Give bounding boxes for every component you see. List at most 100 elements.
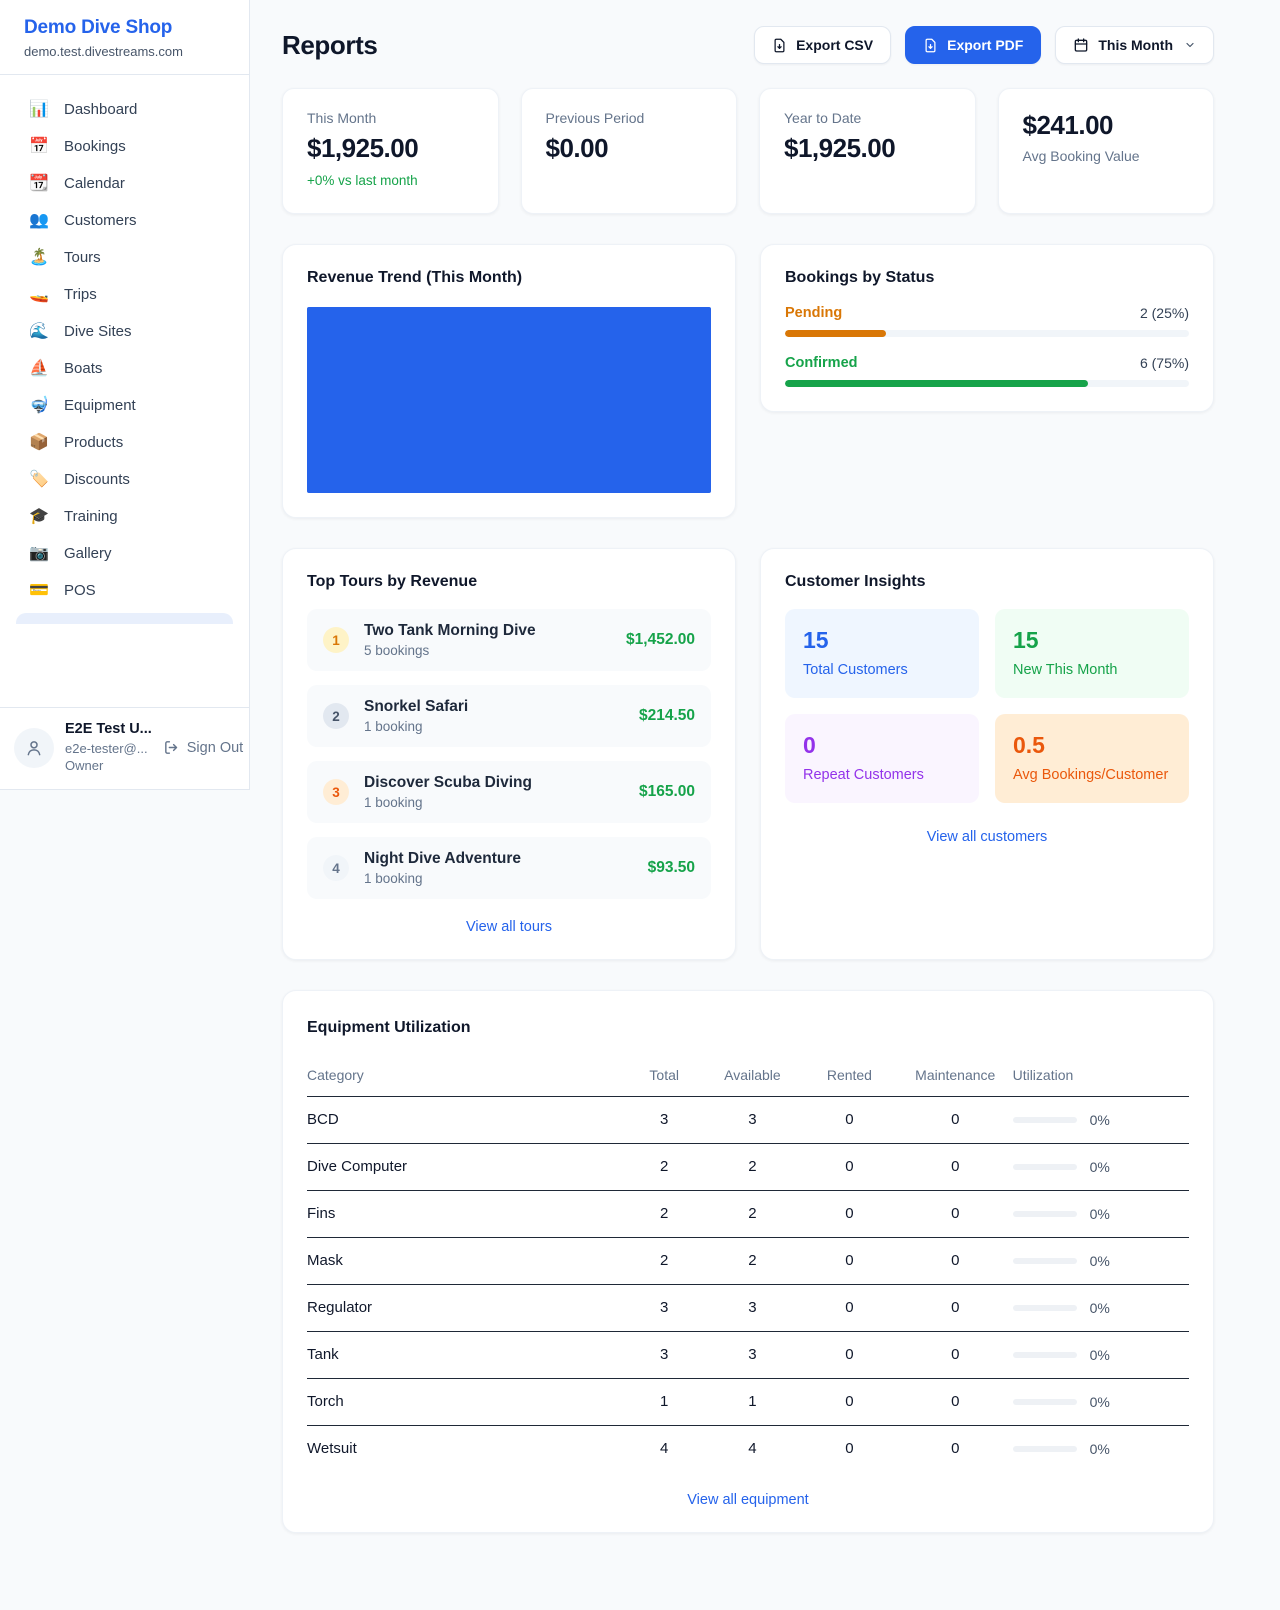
sidebar-item-label: Boats [64,360,102,377]
stat-label: This Month [307,110,474,126]
sidebar-item-dashboard[interactable]: 📊 Dashboard [12,91,237,128]
camera-icon: 📷 [28,546,50,562]
user-email: e2e-tester@... [65,740,152,758]
insight-tile-new-this-month: 15 New This Month [995,609,1189,698]
cell-available: 2 [704,1191,801,1238]
shop-domain: demo.test.divestreams.com [24,44,225,59]
sidebar-item-reports-partial[interactable] [16,613,233,624]
view-all-customers-link[interactable]: View all customers [785,829,1189,845]
cell-utilization: 0% [1013,1097,1189,1144]
cell-utilization: 0% [1013,1238,1189,1285]
user-avatar-icon [24,738,44,758]
tour-amount: $165.00 [639,783,695,801]
cell-category: Fins [307,1191,625,1238]
sidebar-item-gallery[interactable]: 📷 Gallery [12,535,237,572]
utilization-track [1013,1258,1077,1264]
table-row: BCD 3 3 0 0 0% [307,1097,1189,1144]
stat-value: $0.00 [546,133,713,164]
utilization-percent: 0% [1090,1112,1110,1128]
sidebar-item-boats[interactable]: ⛵ Boats [12,350,237,387]
cell-rented: 0 [801,1144,898,1191]
view-all-tours-link[interactable]: View all tours [307,919,711,935]
chevron-down-icon [1184,39,1196,51]
equipment-utilization-card: Equipment Utilization Category Total Ava… [282,990,1214,1533]
utilization-track [1013,1446,1077,1452]
utilization-track [1013,1305,1077,1311]
sidebar-item-customers[interactable]: 👥 Customers [12,202,237,239]
cell-maintenance: 0 [898,1191,1013,1238]
insight-label: Repeat Customers [803,767,961,783]
sidebar-item-calendar[interactable]: 📆 Calendar [12,165,237,202]
cell-category: Dive Computer [307,1144,625,1191]
status-value: 2 (25%) [1140,305,1189,321]
progress-track [785,380,1189,387]
insight-tile-avg-bookings: 0.5 Avg Bookings/Customer [995,714,1189,803]
table-row: Torch 1 1 0 0 0% [307,1379,1189,1426]
tour-name: Discover Scuba Diving [364,774,532,792]
stat-delta: +0% vs last month [307,173,474,188]
insight-label: New This Month [1013,662,1171,678]
stat-label: Avg Booking Value [1023,148,1190,164]
cell-utilization: 0% [1013,1332,1189,1379]
tour-bookings: 1 booking [364,719,468,734]
sidebar-item-label: Calendar [64,175,125,192]
customer-insights-card: Customer Insights 15 Total Customers 15 … [760,548,1214,960]
sign-out-button[interactable]: Sign Out [163,739,243,756]
sidebar-item-equipment[interactable]: 🤿 Equipment [12,387,237,424]
cell-available: 2 [704,1144,801,1191]
sidebar-item-tours[interactable]: 🏝️ Tours [12,239,237,276]
view-all-equipment-link[interactable]: View all equipment [307,1492,1189,1508]
utilization-track [1013,1164,1077,1170]
utilization-percent: 0% [1090,1441,1110,1457]
table-header-row: Category Total Available Rented Maintena… [307,1057,1189,1097]
cell-category: Wetsuit [307,1426,625,1473]
sidebar-item-pos[interactable]: 💳 POS [12,572,237,609]
utilization-percent: 0% [1090,1253,1110,1269]
cell-total: 4 [625,1426,704,1473]
sidebar-item-label: Tours [64,249,101,266]
cell-category: Regulator [307,1285,625,1332]
sidebar-item-products[interactable]: 📦 Products [12,424,237,461]
app-shell: Demo Dive Shop demo.test.divestreams.com… [0,0,1280,1573]
utilization-percent: 0% [1090,1300,1110,1316]
insight-value: 0.5 [1013,732,1171,759]
stat-card-this-month: This Month $1,925.00 +0% vs last month [282,88,499,214]
bookings-by-status-card: Bookings by Status Pending 2 (25%) Confi… [760,244,1214,412]
sign-out-icon [163,739,180,756]
sidebar-item-label: Discounts [64,471,130,488]
sidebar-item-label: Dashboard [64,101,137,118]
status-value: 6 (75%) [1140,355,1189,371]
sidebar-item-bookings[interactable]: 📅 Bookings [12,128,237,165]
table-row: Wetsuit 4 4 0 0 0% [307,1426,1189,1473]
cell-maintenance: 0 [898,1285,1013,1332]
col-header-maintenance: Maintenance [898,1057,1013,1097]
stat-label: Previous Period [546,110,713,126]
export-csv-button[interactable]: Export CSV [754,26,891,64]
sidebar-item-discounts[interactable]: 🏷️ Discounts [12,461,237,498]
sidebar-item-dive-sites[interactable]: 🌊 Dive Sites [12,313,237,350]
rank-badge: 1 [323,627,349,653]
table-row: Mask 2 2 0 0 0% [307,1238,1189,1285]
sidebar-item-trips[interactable]: 🚤 Trips [12,276,237,313]
sidebar-header: Demo Dive Shop demo.test.divestreams.com [0,0,249,75]
tour-bookings: 1 booking [364,795,532,810]
speedboat-icon: 🚤 [28,287,50,303]
sidebar-item-label: Gallery [64,545,112,562]
stat-value: $1,925.00 [784,133,951,164]
main-content: Reports Export CSV Export PDF [250,0,1280,1573]
col-header-utilization: Utilization [1013,1057,1189,1097]
insight-value: 15 [803,627,961,654]
period-dropdown[interactable]: This Month [1055,26,1214,64]
export-pdf-label: Export PDF [947,37,1023,53]
avatar [14,728,54,768]
graduation-cap-icon: 🎓 [28,509,50,525]
bookings-calendar-icon: 📅 [28,139,50,155]
cell-total: 2 [625,1238,704,1285]
sidebar-item-training[interactable]: 🎓 Training [12,498,237,535]
tour-list: 1 Two Tank Morning Dive 5 bookings $1,45… [307,609,711,899]
cell-available: 3 [704,1332,801,1379]
cell-rented: 0 [801,1426,898,1473]
status-label: Confirmed [785,355,858,371]
export-pdf-button[interactable]: Export PDF [905,26,1041,64]
stat-value: $241.00 [1023,110,1190,141]
